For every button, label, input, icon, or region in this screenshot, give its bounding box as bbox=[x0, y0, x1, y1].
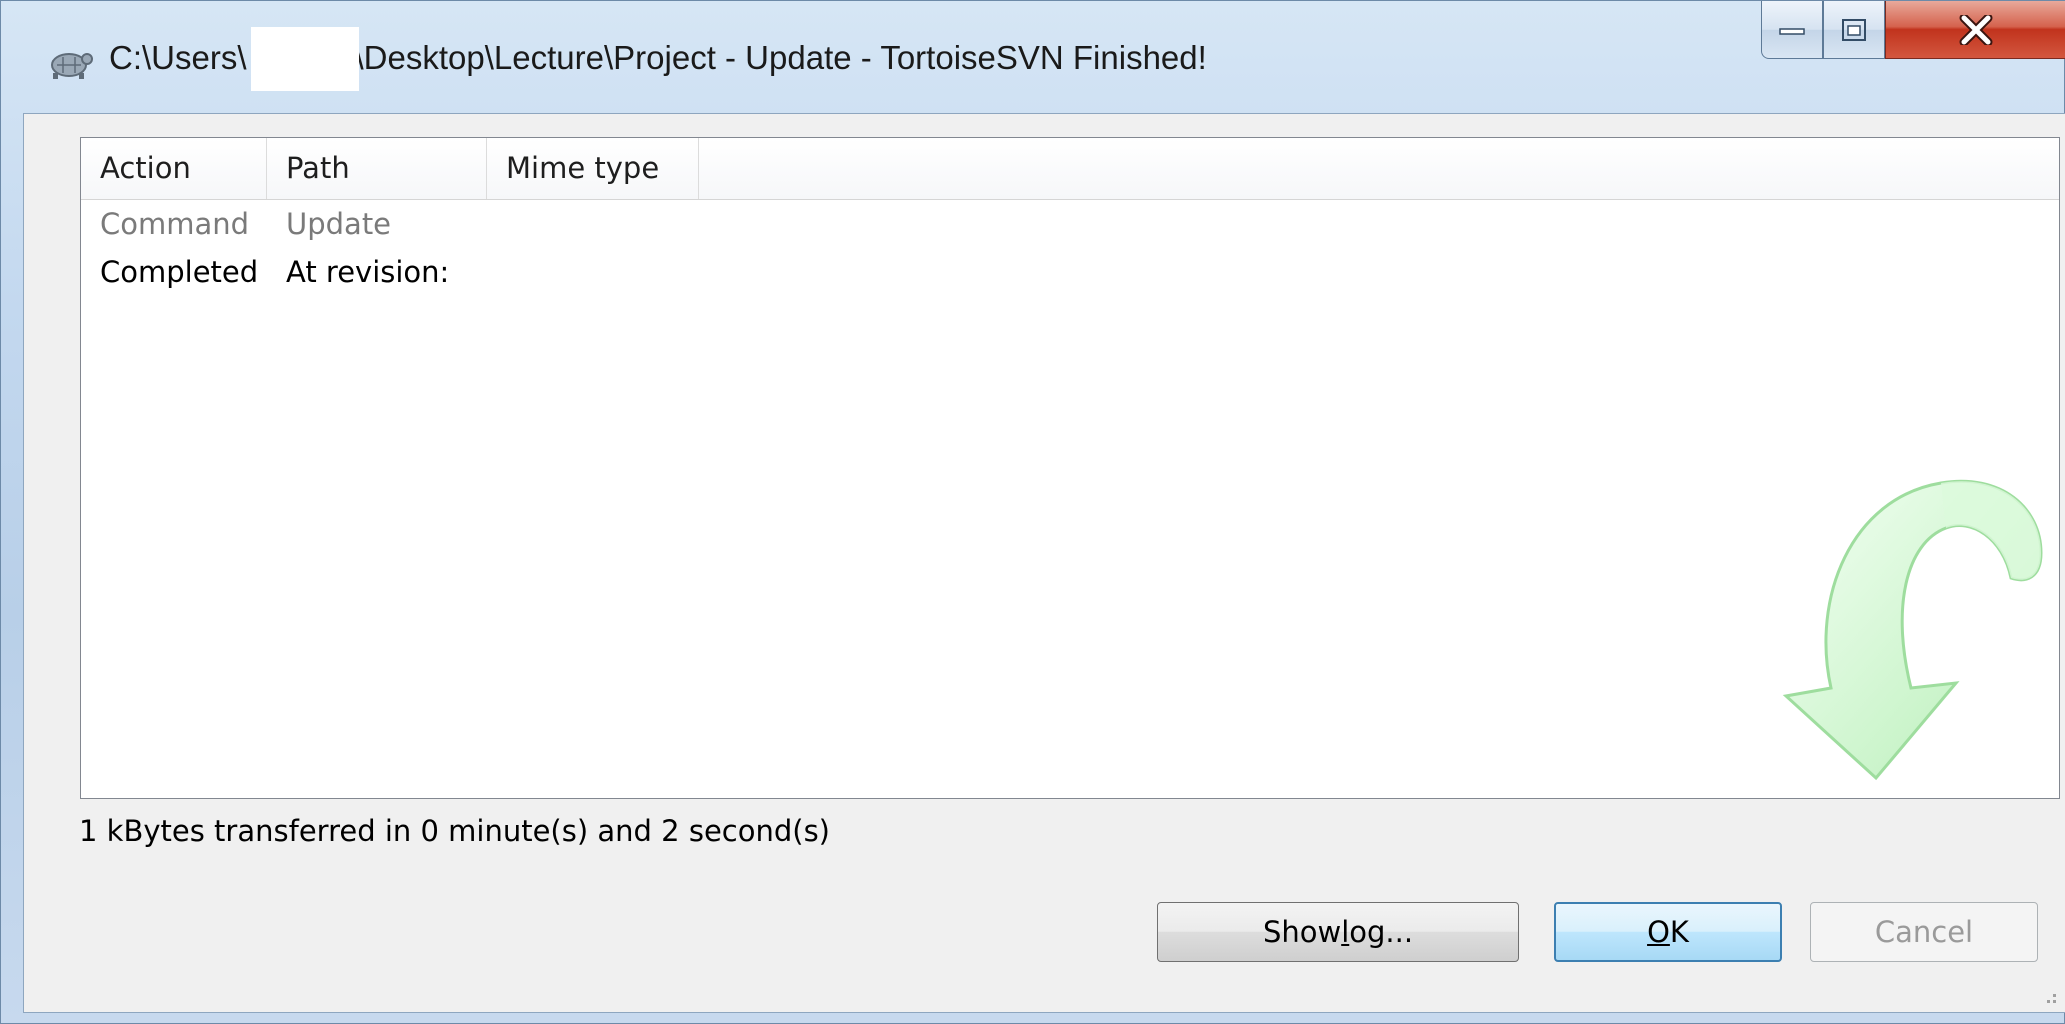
row-action: Completed bbox=[100, 255, 259, 289]
resize-grip-icon[interactable] bbox=[2039, 986, 2059, 1006]
results-list[interactable]: Action Path Mime type Command Update Com… bbox=[80, 137, 2060, 799]
close-button[interactable] bbox=[1885, 1, 2065, 59]
tortoisesvn-icon bbox=[51, 53, 93, 79]
title-bar[interactable]: C:\Users\ \Desktop\Lecture\Project - Upda… bbox=[1, 1, 2065, 119]
update-arrow-icon bbox=[1782, 479, 2043, 781]
maximize-button[interactable] bbox=[1823, 1, 1885, 59]
column-header-mime-type[interactable]: Mime type bbox=[487, 138, 699, 199]
show-log-button[interactable]: Show l og... bbox=[1157, 902, 1519, 962]
transfer-status: 1 kBytes transferred in 0 minute(s) and … bbox=[79, 814, 830, 848]
dialog-client-area: Action Path Mime type Command Update Com… bbox=[23, 113, 2065, 1013]
close-icon bbox=[1959, 14, 1992, 45]
dialog-window: C:\Users\ \Desktop\Lecture\Project - Upda… bbox=[0, 0, 2065, 1024]
ok-label: K bbox=[1669, 915, 1689, 949]
column-header-path[interactable]: Path bbox=[267, 138, 487, 199]
redacted-username bbox=[251, 27, 359, 91]
column-header-action[interactable]: Action bbox=[81, 138, 267, 199]
row-action: Command bbox=[100, 207, 250, 241]
show-log-label: Show bbox=[1262, 915, 1342, 949]
show-log-label-rest: og... bbox=[1349, 915, 1414, 949]
maximize-icon bbox=[1842, 18, 1866, 41]
minimize-button[interactable] bbox=[1761, 1, 1823, 59]
ok-button[interactable]: OK bbox=[1554, 902, 1782, 962]
list-header: Action Path Mime type bbox=[81, 138, 2059, 200]
list-item[interactable]: Completed At revision: bbox=[81, 248, 2059, 296]
list-item[interactable]: Command Update bbox=[81, 200, 2059, 248]
cancel-label: Cancel bbox=[1874, 915, 1974, 949]
row-path: Update bbox=[286, 207, 392, 241]
row-path: At revision: bbox=[286, 255, 450, 289]
cancel-button: Cancel bbox=[1810, 902, 2038, 962]
minimize-icon bbox=[1779, 27, 1805, 35]
show-log-accelerator: l bbox=[1341, 915, 1350, 949]
ok-accelerator: O bbox=[1647, 915, 1670, 949]
